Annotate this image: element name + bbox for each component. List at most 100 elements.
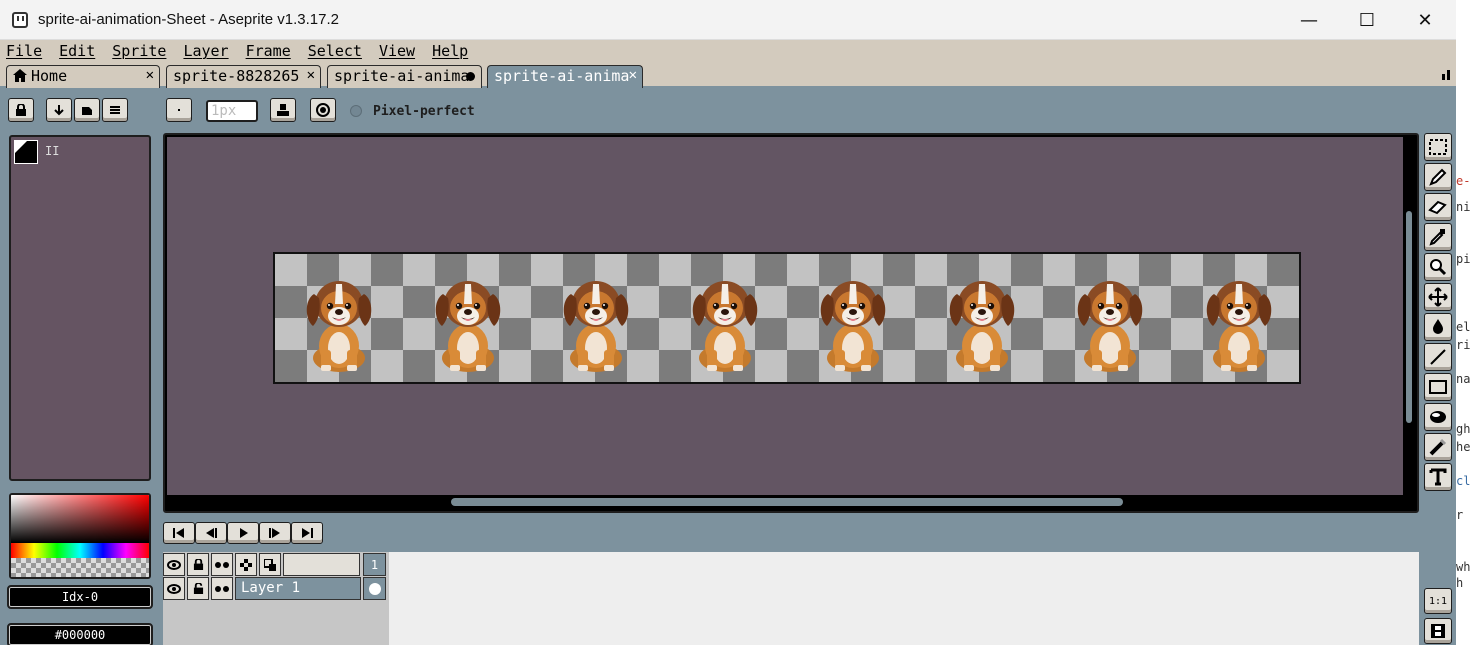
aseprite-app-icon [12,12,28,28]
palette-label: II [45,144,60,158]
unsaved-dot-icon [466,72,475,81]
tab-sprite-ai-anima-modified[interactable]: sprite-ai-anima [327,65,482,88]
palette-panel: II [9,135,151,481]
menu-file[interactable]: File [6,42,42,60]
opacity-icon[interactable] [310,98,336,122]
filmstrip-icon[interactable] [1424,618,1452,644]
menu-select[interactable]: Select [308,42,362,60]
horizontal-scrollbar[interactable] [167,495,1403,509]
eraser-icon[interactable] [1424,193,1452,221]
tab-close-icon[interactable]: ✕ [307,67,315,83]
document-tabs: Home ✕ sprite-8828265 ✕ sprite-ai-anima … [0,62,1456,88]
sprite-frame-8 [1199,268,1279,374]
tabs-menu-icon[interactable] [1442,70,1451,80]
home-icon [13,69,27,82]
pencil-icon[interactable] [1424,163,1452,191]
first-frame-button[interactable] [163,522,195,544]
menu-help[interactable]: Help [432,42,468,60]
aseprite-window: sprite-ai-animation-Sheet - Aseprite v1.… [0,0,1456,645]
lock-icon[interactable] [8,98,34,122]
pixel-perfect-label: Pixel-perfect [373,104,475,119]
tab-label: sprite-8828265 [173,67,300,85]
blur-icon[interactable] [1424,433,1452,461]
sprite-frame-2 [428,268,508,374]
sprite-editor[interactable] [163,133,1419,513]
tab-label: Home [31,67,68,85]
tab-close-icon[interactable]: ✕ [146,67,154,83]
sprite-frame-5 [813,268,893,374]
context-toolbar: 1px Pixel-perfect [0,90,1456,130]
timeline-frames-area[interactable] [389,552,1419,645]
menu-sprite[interactable]: Sprite [112,42,166,60]
maximize-button[interactable]: ☐ [1338,0,1396,40]
tools-column [1422,133,1454,497]
lock-header-icon[interactable] [187,553,209,576]
text-icon[interactable] [1424,463,1452,491]
ink-icon[interactable] [270,98,296,122]
timeline-header [283,553,360,576]
menu-edit[interactable]: Edit [59,42,95,60]
sprite-frame-7 [1070,268,1150,374]
play-button[interactable] [227,522,259,544]
paint-bucket-icon[interactable] [1424,313,1452,341]
color-hex-field[interactable]: #000000 [7,623,153,645]
tab-sprite-8828265[interactable]: sprite-8828265 ✕ [166,65,321,88]
frame-number-header[interactable]: 1 [363,553,386,576]
color-index-field[interactable]: Idx-0 [7,585,153,609]
vertical-scrollbar[interactable] [1403,137,1415,495]
vertical-scroll-thumb[interactable] [1406,211,1412,423]
sprite-frame-6 [942,268,1022,374]
tab-label: sprite-ai-anima [334,67,470,85]
zoom-icon[interactable] [1424,253,1452,281]
previous-frame-button[interactable] [195,522,227,544]
move-icon[interactable] [1424,283,1452,311]
minimize-button[interactable]: — [1280,0,1338,40]
layer-icon[interactable] [74,98,100,122]
onion-skin-icon[interactable] [235,553,257,576]
horizontal-scroll-thumb[interactable] [451,498,1123,506]
layer-unlock-icon[interactable] [187,577,209,600]
sprite-frame-4 [685,268,765,374]
tab-home[interactable]: Home ✕ [6,65,160,88]
sprite-frame-3 [556,268,636,374]
background-window-strip: e-a ni pi el ri na gh he cl r wh h [1456,0,1470,645]
hue-slider[interactable] [11,543,149,558]
tab-sprite-ai-anima-active[interactable]: sprite-ai-anima ✕ [487,65,643,88]
canvas-area[interactable] [167,137,1403,495]
menu-view[interactable]: View [379,42,415,60]
reference-layer-icon[interactable] [259,553,281,576]
title-bar: sprite-ai-animation-Sheet - Aseprite v1.… [0,0,1456,40]
contour-icon[interactable] [1424,403,1452,431]
layer-continuous-icon[interactable] [211,577,233,600]
fg-bg-color-swatch[interactable] [14,140,38,164]
tab-label: sprite-ai-anima [494,67,630,85]
timeline-zoom-button[interactable]: 1:1 [1424,588,1452,614]
rectangle-icon[interactable] [1424,373,1452,401]
pixel-perfect-checkbox[interactable] [350,105,362,117]
saturation-value-area[interactable] [11,495,149,543]
next-frame-button[interactable] [259,522,291,544]
menu-layer[interactable]: Layer [183,42,228,60]
rectangle-select-icon[interactable] [1424,133,1452,161]
eyedropper-icon[interactable] [1424,223,1452,251]
sprite-sheet[interactable] [273,252,1301,384]
color-picker [9,493,151,579]
last-frame-button[interactable] [291,522,323,544]
line-icon[interactable] [1424,343,1452,371]
merge-down-icon[interactable] [46,98,72,122]
layer-visible-eye-icon[interactable] [163,577,185,600]
menu-bar: File Edit Sprite Layer Frame Select View… [0,40,1456,62]
visibility-header-icon[interactable] [163,553,185,576]
layer-name[interactable]: Layer 1 [235,577,361,600]
close-window-button[interactable]: ✕ [1396,0,1454,40]
continuous-header-icon[interactable] [211,553,233,576]
list-menu-icon[interactable] [102,98,128,122]
tab-close-icon[interactable]: ✕ [629,67,637,83]
window-title: sprite-ai-animation-Sheet - Aseprite v1.… [38,11,339,28]
timeline: 1 Layer 1 [163,552,1419,645]
brush-size-input[interactable]: 1px [206,100,258,122]
cel-frame-1[interactable] [363,577,386,600]
brush-type-icon[interactable] [166,98,192,122]
menu-frame[interactable]: Frame [246,42,291,60]
alpha-slider[interactable] [11,558,149,577]
